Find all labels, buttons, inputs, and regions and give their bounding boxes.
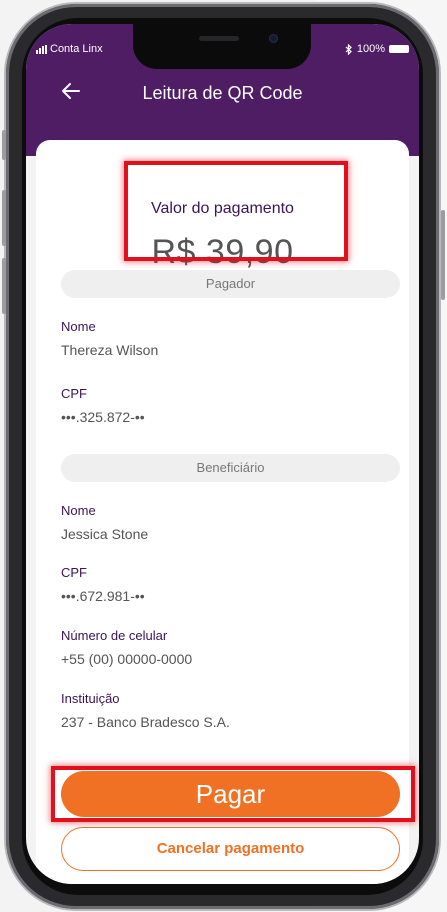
power-button <box>441 210 445 300</box>
front-camera <box>269 34 278 43</box>
speaker <box>199 36 239 41</box>
beneficiary-institution: 237 - Banco Bradesco S.A. <box>61 714 230 730</box>
volume-down-button <box>2 258 6 314</box>
status-battery: 100% <box>345 43 409 55</box>
beneficiary-name-label: Nome <box>61 503 96 518</box>
payer-name: Thereza Wilson <box>61 342 159 358</box>
payer-cpf: •••.325.872-•• <box>61 409 145 425</box>
beneficiary-cpf: •••.672.981-•• <box>61 588 145 604</box>
beneficiary-phone: +55 (00) 00000-0000 <box>61 651 193 667</box>
app-screen: Conta Linx 100% Leitura de QR Code Valor… <box>26 24 419 884</box>
status-carrier: Conta Linx <box>36 43 103 55</box>
beneficiary-name: Jessica Stone <box>61 526 149 542</box>
carrier-name: Conta Linx <box>50 43 103 55</box>
payer-name-label: Nome <box>61 319 96 334</box>
payer-cpf-label: CPF <box>61 386 87 401</box>
pay-highlight-box <box>51 766 415 822</box>
cancel-payment-button[interactable]: Cancelar pagamento <box>61 827 400 871</box>
notch <box>133 24 311 69</box>
page-title: Leitura de QR Code <box>142 83 303 103</box>
beneficiary-section-header: Beneficiário <box>61 454 400 482</box>
beneficiary-phone-label: Número de celular <box>61 628 168 643</box>
payer-section-header: Pagador <box>61 270 400 298</box>
volume-up-button <box>2 190 6 246</box>
mute-switch <box>2 130 6 160</box>
battery-icon <box>389 45 409 53</box>
beneficiary-institution-label: Instituição <box>61 691 120 706</box>
battery-percent: 100% <box>356 43 385 55</box>
amount-highlight-box <box>124 161 348 261</box>
beneficiary-cpf-label: CPF <box>61 565 87 580</box>
bluetooth-icon <box>345 43 352 55</box>
signal-icon <box>36 44 47 54</box>
